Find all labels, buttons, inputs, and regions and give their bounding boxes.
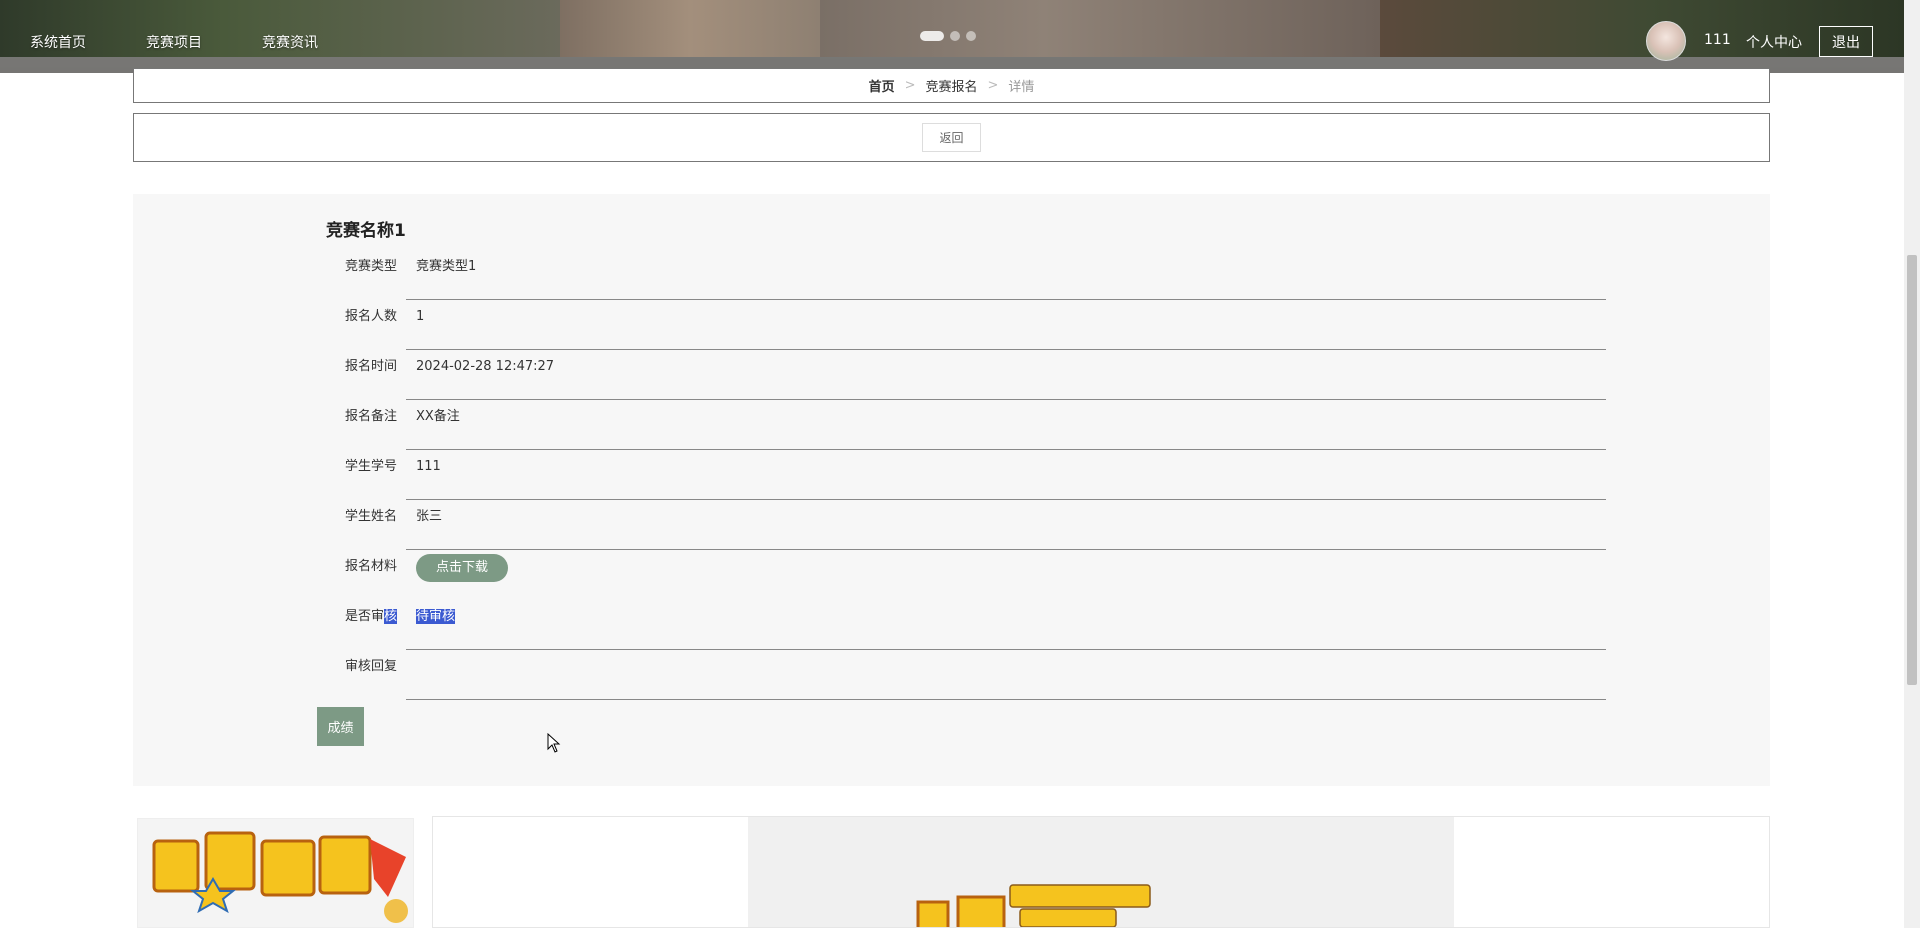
breadcrumb-separator: > xyxy=(987,78,999,93)
competition-thumbnail[interactable] xyxy=(137,818,414,928)
selected-text: 核 xyxy=(383,609,397,624)
breadcrumb-home[interactable]: 首页 xyxy=(869,76,895,95)
back-bar: 返回 xyxy=(133,113,1770,162)
field-label-text: 是否审 xyxy=(344,609,384,624)
field-value: 2024-02-28 12:47:27 xyxy=(406,350,1606,400)
detail-row-type: 竞赛类型 竞赛类型1 xyxy=(326,250,1606,300)
page-title: 竞赛名称1 xyxy=(326,221,406,241)
detail-row-student-id: 学生学号 111 xyxy=(326,450,1606,500)
field-value xyxy=(406,650,1606,700)
detail-row-remark: 报名备注 XX备注 xyxy=(326,400,1606,450)
breadcrumb-section[interactable]: 竞赛报名 xyxy=(925,76,977,95)
breadcrumb-current: 详情 xyxy=(1008,80,1035,95)
selected-text: 待审核 xyxy=(416,609,456,624)
field-label: 报名人数 xyxy=(344,309,397,324)
score-button[interactable]: 成绩 xyxy=(317,707,364,746)
detail-row-time: 报名时间 2024-02-28 12:47:27 xyxy=(326,350,1606,400)
detail-row-material: 报名材料 点击下载 xyxy=(326,550,1606,600)
carousel-dot[interactable] xyxy=(920,31,944,41)
field-label: 报名备注 xyxy=(344,409,397,424)
field-label: 竞赛类型 xyxy=(344,259,397,274)
detail-row-review-status: 是否审核 待审核 xyxy=(326,600,1606,650)
mouse-cursor-icon xyxy=(547,733,561,753)
field-value: 1 xyxy=(406,300,1606,350)
banner-image-segment xyxy=(560,0,820,57)
field-label: 报名时间 xyxy=(344,359,397,374)
breadcrumb: 首页 > 竞赛报名 > 详情 xyxy=(133,68,1770,103)
field-value: 张三 xyxy=(406,500,1606,550)
nav-item-home[interactable]: 系统首页 xyxy=(30,32,86,52)
banner-graphic xyxy=(748,817,1454,927)
user-center-link[interactable]: 个人中心 xyxy=(1746,32,1802,52)
detail-row-review-reply: 审核回复 xyxy=(326,650,1606,700)
competition-banner[interactable] xyxy=(432,816,1770,928)
scrollbar-thumb[interactable] xyxy=(1907,255,1917,685)
nav-item-news[interactable]: 竞赛资讯 xyxy=(262,32,318,52)
nav-item-projects[interactable]: 竞赛项目 xyxy=(146,32,202,52)
field-value: 待审核 xyxy=(406,600,1606,650)
carousel-dot[interactable] xyxy=(966,31,976,41)
knowledge-contest-graphic xyxy=(138,819,413,927)
download-button[interactable]: 点击下载 xyxy=(416,554,509,582)
field-label: 学生学号 xyxy=(344,459,397,474)
detail-row-count: 报名人数 1 xyxy=(326,300,1606,350)
user-name: 111 xyxy=(1704,32,1731,48)
back-button[interactable]: 返回 xyxy=(922,123,981,152)
avatar[interactable] xyxy=(1646,21,1686,61)
field-label: 报名材料 xyxy=(344,559,397,574)
field-value: XX备注 xyxy=(406,400,1606,450)
breadcrumb-separator: > xyxy=(904,78,916,93)
field-value: 竞赛类型1 xyxy=(406,250,1606,300)
detail-row-student-name: 学生姓名 张三 xyxy=(326,500,1606,550)
logout-button[interactable]: 退出 xyxy=(1819,26,1873,57)
banner-image-segment xyxy=(820,0,1380,57)
field-label: 是否审核 xyxy=(326,600,397,650)
field-value: 111 xyxy=(406,450,1606,500)
field-value: 点击下载 xyxy=(406,550,1606,600)
carousel-indicators xyxy=(920,31,976,41)
knowledge-contest-logo xyxy=(916,884,1151,927)
field-label: 学生姓名 xyxy=(344,509,397,524)
carousel-dot[interactable] xyxy=(950,31,960,41)
field-label: 审核回复 xyxy=(344,659,397,674)
